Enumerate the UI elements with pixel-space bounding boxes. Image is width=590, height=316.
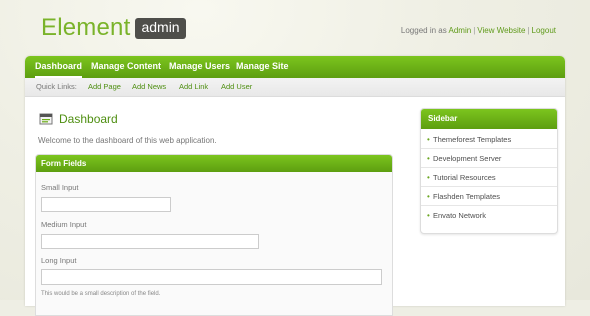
logout-link[interactable]: Logout <box>532 26 556 35</box>
add-page-link[interactable]: Add Page <box>88 82 121 91</box>
logo-word: Element <box>41 14 131 41</box>
logo[interactable]: Element admin <box>41 14 186 42</box>
logged-in-label: Logged in as <box>400 26 447 35</box>
welcome-text: Welcome to the dashboard of this web app… <box>38 136 217 145</box>
quick-links-label: Quick Links: <box>36 82 77 91</box>
add-link-link[interactable]: Add Link <box>179 82 208 91</box>
admin-link[interactable]: Admin <box>449 26 472 35</box>
logo-badge: admin <box>135 17 186 39</box>
dashboard-icon <box>39 113 53 125</box>
sidebar: Sidebar Themeforest Templates Developmen… <box>420 108 558 234</box>
nav-manage-content[interactable]: Manage Content <box>91 56 161 78</box>
sidebar-item-envato-network[interactable]: Envato Network <box>421 206 557 225</box>
sidebar-item-development-server[interactable]: Development Server <box>421 149 557 168</box>
sidebar-item-themeforest-templates[interactable]: Themeforest Templates <box>421 130 557 149</box>
form-fields-box: Form Fields Small Input Medium Input Lon… <box>35 154 393 316</box>
nav-dashboard[interactable]: Dashboard <box>35 56 83 78</box>
page-title: Dashboard <box>59 112 118 126</box>
field-help-text: This would be a small description of the… <box>41 291 161 297</box>
form-fields-heading: Form Fields <box>36 155 392 172</box>
sidebar-item-tutorial-resources[interactable]: Tutorial Resources <box>421 168 557 187</box>
nav-manage-site[interactable]: Manage Site <box>236 56 289 78</box>
small-input-label: Small Input <box>41 183 79 192</box>
nav-manage-users[interactable]: Manage Users <box>169 56 230 78</box>
small-input[interactable] <box>41 197 171 212</box>
quick-links-bar: Quick Links: Add Page Add News Add Link … <box>25 78 565 97</box>
add-user-link[interactable]: Add User <box>221 82 252 91</box>
header: Element admin Logged in as Admin | View We… <box>0 0 590 56</box>
long-input-label: Long Input <box>41 256 77 265</box>
user-links: Logged in as Admin | View Website | Logout <box>400 26 556 35</box>
medium-input[interactable] <box>41 234 259 249</box>
medium-input-label: Medium Input <box>41 220 87 229</box>
sidebar-heading: Sidebar <box>421 109 557 129</box>
long-input[interactable] <box>41 269 382 285</box>
main-nav: Dashboard Manage Content Manage Users Ma… <box>25 56 565 78</box>
sidebar-item-flashden-templates[interactable]: Flashden Templates <box>421 187 557 206</box>
main-panel: Dashboard Manage Content Manage Users Ma… <box>25 56 565 316</box>
add-news-link[interactable]: Add News <box>132 82 166 91</box>
view-website-link[interactable]: View Website <box>477 26 525 35</box>
